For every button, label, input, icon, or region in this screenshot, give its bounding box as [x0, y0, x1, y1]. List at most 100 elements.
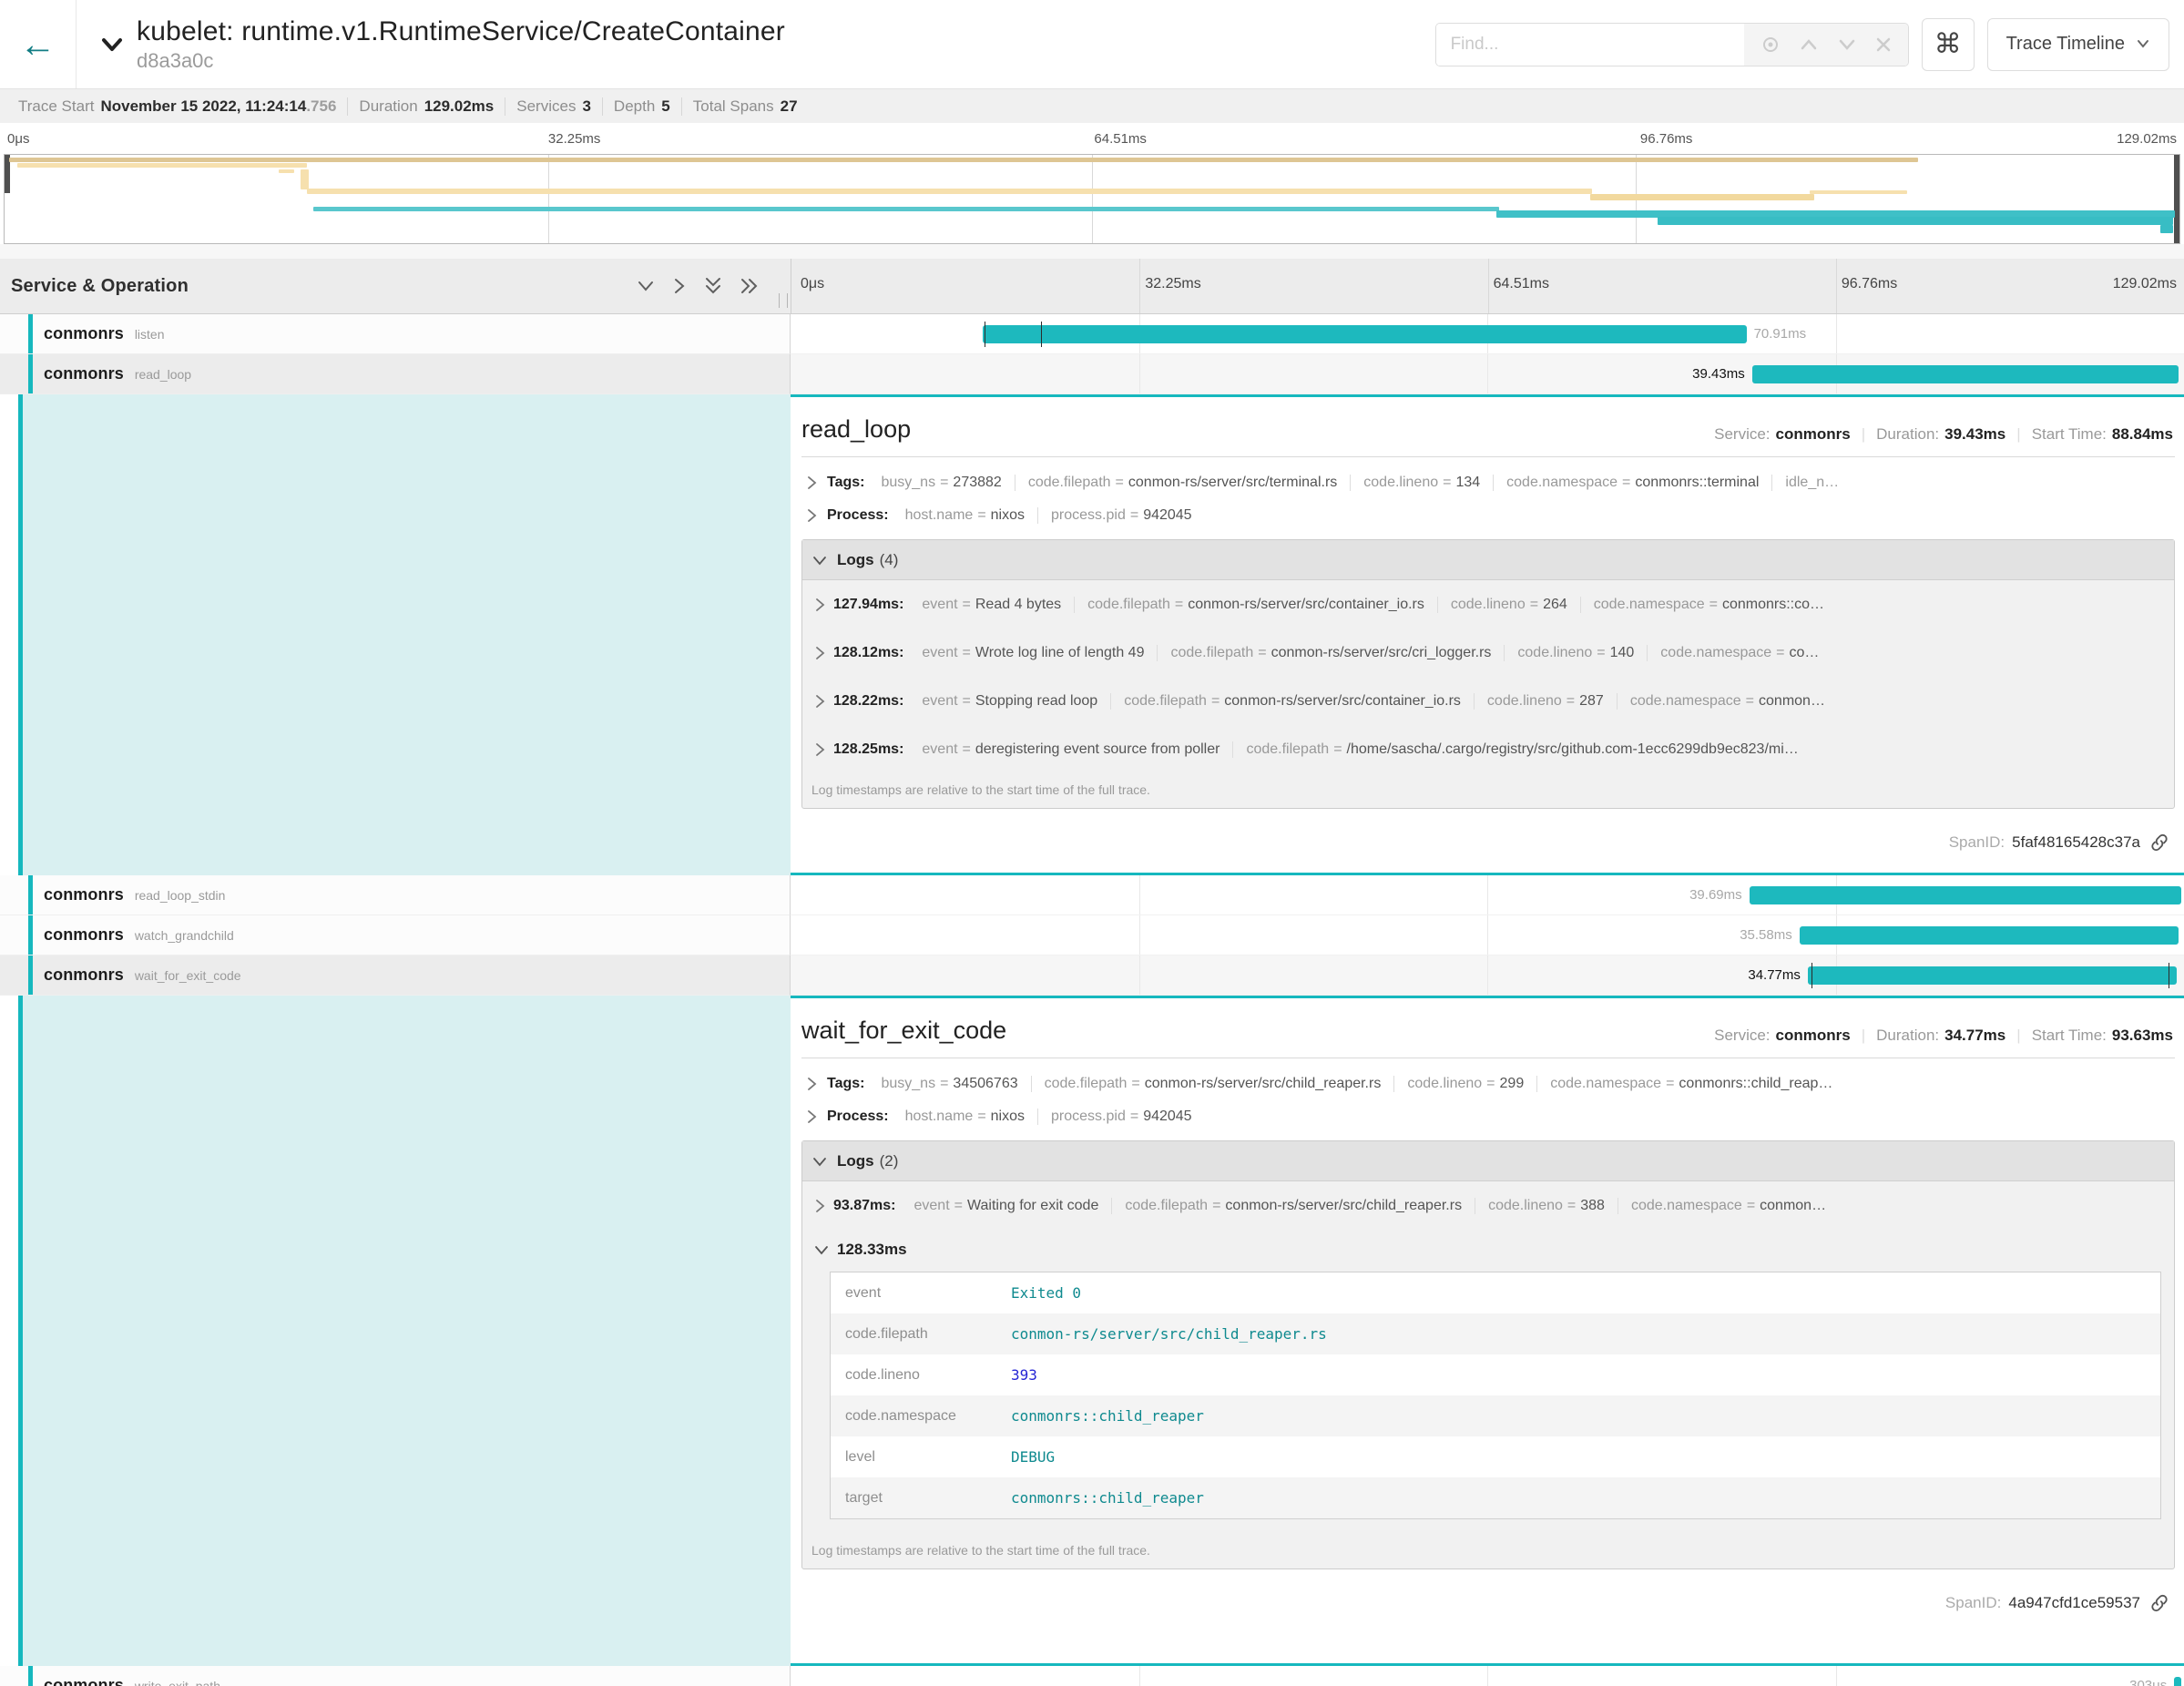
chevron-down-icon[interactable] — [811, 1155, 828, 1168]
span-row-watch_grandchild[interactable]: conmonrswatch_grandchild35.58ms — [0, 915, 2184, 955]
span-duration-bar[interactable] — [1808, 966, 2177, 985]
tag-key-value[interactable]: code.lineno=140 — [1504, 645, 1647, 661]
tag-key-value[interactable]: process.pid=942045 — [1037, 507, 1205, 524]
tags-row[interactable]: Tags:busy_ns=273882code.filepath=conmon-… — [801, 466, 2175, 499]
tag-key-value[interactable]: code.lineno=264 — [1437, 597, 1580, 613]
span-timeline-cell[interactable]: 39.43ms — [791, 354, 2184, 394]
tag-key-value[interactable]: process.pid=942045 — [1037, 1109, 1205, 1125]
chevron-down-icon[interactable] — [811, 554, 828, 567]
span-row-listen[interactable]: conmonrslisten70.91ms — [0, 314, 2184, 354]
tag-key-value[interactable]: code.namespace=conmon… — [1618, 1198, 1839, 1214]
span-duration-bar[interactable] — [2174, 1677, 2181, 1686]
keyboard-shortcuts-button[interactable]: ⌘ — [1922, 18, 1975, 71]
tag-key-value[interactable]: code.namespace=co… — [1647, 645, 1832, 661]
trace-collapse-chevron-icon[interactable] — [97, 34, 128, 56]
tag-key-value[interactable]: busy_ns=34506763 — [868, 1076, 1030, 1092]
chevron-right-icon[interactable] — [813, 597, 826, 613]
tag-key-value[interactable]: code.filepath=/home/sascha/.cargo/regist… — [1232, 741, 1811, 758]
span-name-cell[interactable]: conmonrslisten — [0, 314, 791, 354]
span-timeline-cell[interactable]: 34.77ms — [791, 955, 2184, 996]
log-entry[interactable]: 128.25ms:event=deregistering event sourc… — [802, 725, 2174, 773]
log-entry-expanded[interactable]: 128.33ms — [802, 1230, 2174, 1270]
process-row[interactable]: Process:host.name=nixosprocess.pid=94204… — [801, 1100, 2175, 1133]
link-icon[interactable] — [2149, 833, 2169, 853]
tag-key-value[interactable]: code.filepath=conmon-rs/server/src/cri_l… — [1157, 645, 1504, 661]
span-row-read_loop_stdin[interactable]: conmonrsread_loop_stdin39.69ms — [0, 875, 2184, 915]
chevron-right-icon[interactable] — [805, 1109, 818, 1125]
chevron-right-icon[interactable] — [813, 693, 826, 710]
tag-key-value[interactable]: code.filepath=conmon-rs/server/src/conta… — [1110, 693, 1474, 710]
tag-key-value[interactable]: event=Wrote log line of length 49 — [909, 645, 1157, 661]
tag-key-value[interactable]: code.filepath=conmon-rs/server/src/child… — [1111, 1198, 1475, 1214]
span-row-wait_for_exit_code[interactable]: conmonrswait_for_exit_code34.77ms — [0, 955, 2184, 996]
tag-key-value[interactable]: busy_ns=273882 — [868, 475, 1014, 491]
chevron-down-icon[interactable] — [813, 1243, 830, 1256]
tag-key-value[interactable]: code.namespace=conmonrs::child_reap… — [1536, 1076, 1845, 1092]
span-timeline-cell[interactable]: 303μs — [791, 1666, 2184, 1686]
trace-id: d8a3a0c — [137, 49, 785, 73]
logs-header[interactable]: Logs(4) — [802, 540, 2174, 580]
find-next-icon[interactable] — [1837, 37, 1857, 52]
minimap-right-scrubber[interactable] — [2174, 155, 2179, 243]
tag-key-value[interactable]: code.lineno=287 — [1474, 693, 1617, 710]
trace-minimap[interactable] — [4, 154, 2180, 244]
tag-key-value[interactable]: code.filepath=conmon-rs/server/src/termi… — [1015, 475, 1350, 491]
logs-header[interactable]: Logs(2) — [802, 1141, 2174, 1181]
tag-key-value[interactable]: code.filepath=conmon-rs/server/src/child… — [1031, 1076, 1394, 1092]
span-name-cell[interactable]: conmonrswatch_grandchild — [0, 915, 791, 955]
find-clear-icon[interactable] — [1875, 36, 1892, 53]
span-timeline-cell[interactable]: 70.91ms — [791, 314, 2184, 354]
tag-key-value[interactable]: host.name=nixos — [893, 507, 1037, 524]
span-timeline-cell[interactable]: 35.58ms — [791, 915, 2184, 955]
span-duration-bar[interactable] — [983, 325, 1746, 343]
chevron-right-icon[interactable] — [805, 507, 818, 524]
log-entry[interactable]: 93.87ms:event=Waiting for exit codecode.… — [802, 1181, 2174, 1230]
tag-key-value[interactable]: code.namespace=conmonrs::terminal — [1493, 475, 1771, 491]
expand-all-icon[interactable] — [740, 276, 760, 296]
collapse-one-icon[interactable] — [636, 278, 656, 294]
back-button[interactable]: ← — [0, 0, 77, 88]
tag-key-value[interactable]: code.lineno=388 — [1475, 1198, 1618, 1214]
span-duration-bar[interactable] — [1752, 365, 2179, 383]
link-icon[interactable] — [2149, 1593, 2169, 1613]
tag-key-value[interactable]: code.lineno=134 — [1350, 475, 1493, 491]
span-row-read_loop[interactable]: conmonrsread_loop39.43ms — [0, 354, 2184, 394]
service-name: conmonrs — [44, 966, 124, 985]
span-name-cell[interactable]: conmonrswrite_exit_path — [0, 1666, 791, 1686]
trace-summary-bar: Trace Start November 15 2022, 11:24:14 .… — [0, 88, 2184, 123]
span-name-cell[interactable]: conmonrswait_for_exit_code — [0, 955, 791, 996]
tag-key-value[interactable]: host.name=nixos — [893, 1109, 1037, 1125]
tag-key-value[interactable]: code.filepath=conmon-rs/server/src/conta… — [1074, 597, 1437, 613]
tag-key-value[interactable]: event=Waiting for exit code — [902, 1198, 1112, 1214]
span-duration-bar[interactable] — [1800, 926, 2179, 945]
tag-key-value[interactable]: event=Stopping read loop — [909, 693, 1110, 710]
view-selector-button[interactable]: Trace Timeline — [1987, 18, 2169, 71]
span-name-cell[interactable]: conmonrsread_loop_stdin — [0, 875, 791, 915]
tag-key-value[interactable]: code.namespace=conmonrs::co… — [1580, 597, 1837, 613]
expand-one-icon[interactable] — [672, 276, 687, 296]
log-entry[interactable]: 128.22ms:event=Stopping read loopcode.fi… — [802, 677, 2174, 725]
tag-key-value[interactable]: code.lineno=299 — [1393, 1076, 1536, 1092]
tag-key-value[interactable]: idle_n… — [1771, 475, 1852, 491]
log-entry[interactable]: 127.94ms:event=Read 4 bytescode.filepath… — [802, 580, 2174, 628]
process-row[interactable]: Process:host.name=nixosprocess.pid=94204… — [801, 499, 2175, 532]
chevron-right-icon[interactable] — [813, 645, 826, 661]
locate-icon[interactable] — [1760, 35, 1781, 55]
tag-key-value[interactable]: code.namespace=conmon… — [1617, 693, 1838, 710]
span-name-cell[interactable]: conmonrsread_loop — [0, 354, 791, 394]
find-prev-icon[interactable] — [1799, 37, 1819, 52]
chevron-right-icon[interactable] — [813, 1198, 826, 1214]
log-entry[interactable]: 128.12ms:event=Wrote log line of length … — [802, 628, 2174, 677]
collapse-all-icon[interactable] — [703, 276, 723, 296]
chevron-right-icon[interactable] — [805, 475, 818, 491]
column-resize-handle[interactable] — [779, 293, 788, 308]
tag-key-value[interactable]: event=Read 4 bytes — [909, 597, 1074, 613]
find-input[interactable] — [1436, 24, 1744, 66]
span-timeline-cell[interactable]: 39.69ms — [791, 875, 2184, 915]
chevron-right-icon[interactable] — [805, 1076, 818, 1092]
chevron-right-icon[interactable] — [813, 741, 826, 758]
tag-key-value[interactable]: event=deregistering event source from po… — [909, 741, 1232, 758]
tags-row[interactable]: Tags:busy_ns=34506763code.filepath=conmo… — [801, 1068, 2175, 1100]
span-duration-bar[interactable] — [1750, 886, 2181, 904]
span-row-write_exit_path[interactable]: conmonrswrite_exit_path303μs — [0, 1666, 2184, 1686]
